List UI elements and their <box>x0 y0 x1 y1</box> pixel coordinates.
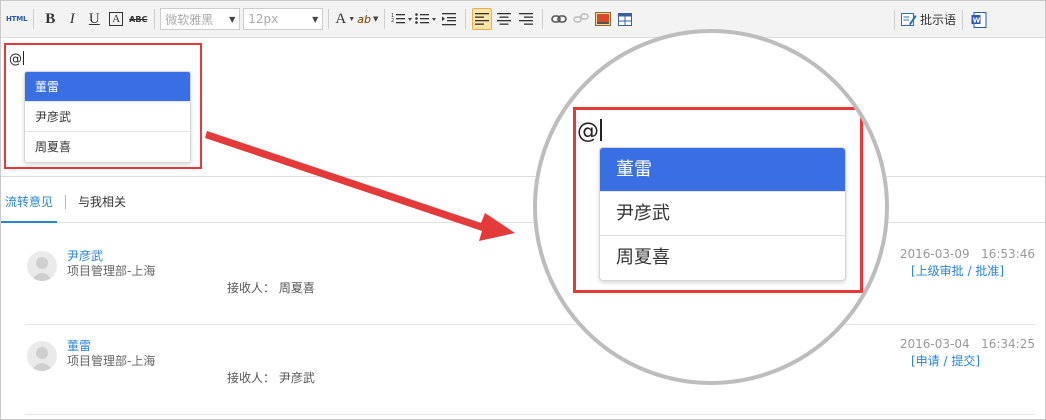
strikethrough-button[interactable]: ABC <box>128 8 148 30</box>
toolbar-divider <box>328 9 330 29</box>
app-frame: HTML B I U A ABC 微软雅黑 ▼ 12px ▼ A ▼ ab ▼ 12 <box>0 0 1046 420</box>
indent-icon <box>442 13 457 26</box>
chevron-down-icon: ▼ <box>373 15 379 23</box>
toolbar-divider <box>962 9 964 30</box>
toolbar-right-group: 批示语 W <box>889 1 990 38</box>
toolbar-divider <box>894 9 895 30</box>
ordered-list-button[interactable]: 12 <box>391 8 413 30</box>
mention-symbol: @ <box>577 119 599 144</box>
table-button[interactable] <box>615 8 635 30</box>
mention-dropdown-zoomed: 董雷 尹彦武 周夏喜 <box>599 147 846 281</box>
align-right-icon <box>519 13 534 25</box>
toolbar-divider <box>542 9 544 29</box>
unordered-list-button[interactable] <box>415 8 437 30</box>
tab-divider <box>65 195 67 209</box>
record-department: 项目管理部-上海 <box>67 264 156 278</box>
toolbar-divider <box>465 9 467 29</box>
image-icon <box>595 12 612 26</box>
chevron-down-icon: ▼ <box>348 15 356 23</box>
mention-input-text-zoomed: @ <box>577 119 602 144</box>
align-center-icon <box>497 13 512 25</box>
align-center-button[interactable] <box>494 8 514 30</box>
word-export-button[interactable]: W <box>969 9 989 31</box>
record-timestamp: 2016-03-09 16:53:46 <box>900 247 1035 261</box>
edit-note-icon <box>901 13 917 26</box>
tab-flow-opinions[interactable]: 流转意见 <box>1 185 58 223</box>
font-color-label: A <box>335 10 347 27</box>
mention-option[interactable]: 周夏喜 <box>25 132 190 162</box>
tab-related-to-me[interactable]: 与我相关 <box>74 185 130 223</box>
ordered-list-icon: 12 <box>391 13 413 24</box>
mention-option[interactable]: 董雷 <box>600 148 845 192</box>
user-silhouette-icon <box>31 257 53 281</box>
unlink-button[interactable] <box>571 8 591 30</box>
mention-dropdown: 董雷 尹彦武 周夏喜 <box>24 71 191 163</box>
align-right-button[interactable] <box>516 8 536 30</box>
font-family-value: 微软雅黑 <box>165 12 214 27</box>
mention-option[interactable]: 周夏喜 <box>600 236 845 280</box>
editor-area[interactable]: @ 董雷 尹彦武 周夏喜 <box>1 39 1045 177</box>
svg-text:2: 2 <box>391 18 394 24</box>
link-icon <box>551 15 568 23</box>
comment-button[interactable]: 批示语 <box>901 9 956 31</box>
opinion-tabs: 流转意见 与我相关 <box>1 185 1045 223</box>
underline-button[interactable]: U <box>84 8 104 30</box>
unlink-icon <box>573 13 590 23</box>
record-department: 项目管理部-上海 <box>67 354 156 368</box>
highlight-button[interactable]: ab ▼ <box>357 8 378 30</box>
table-icon <box>618 12 633 26</box>
align-left-icon <box>475 13 490 25</box>
record-time: 16:53:46 <box>981 247 1035 261</box>
zoom-magnifier: @ 董雷 尹彦武 周夏喜 <box>533 29 889 385</box>
avatar <box>27 341 57 371</box>
highlight-label: ab <box>357 12 371 26</box>
toolbar-divider <box>33 9 35 29</box>
svg-text:W: W <box>973 16 981 24</box>
link-button[interactable] <box>549 8 569 30</box>
record-action[interactable]: [上级审批 / 批准] <box>911 262 1004 279</box>
indent-button[interactable] <box>439 8 459 30</box>
word-document-icon: W <box>971 11 987 28</box>
unordered-list-icon <box>415 13 437 24</box>
font-border-label: A <box>109 12 124 26</box>
user-silhouette-icon <box>31 347 53 371</box>
italic-button[interactable]: I <box>62 8 82 30</box>
opinion-record: 董雷 项目管理部-上海 接收人： 尹彦武 2016-03-04 16:34:25… <box>25 325 1035 415</box>
font-size-value: 12px <box>248 12 279 26</box>
toolbar-divider <box>384 9 386 29</box>
comment-label: 批示语 <box>920 13 957 27</box>
mention-option[interactable]: 尹彦武 <box>600 192 845 236</box>
record-receiver: 接收人： 尹彦武 <box>227 369 315 386</box>
font-size-select[interactable]: 12px ▼ <box>243 8 324 30</box>
toolbar-divider <box>154 9 156 29</box>
record-date: 2016-03-09 <box>899 247 970 261</box>
receiver-name: 周夏喜 <box>278 281 315 295</box>
bold-button[interactable]: B <box>40 8 60 30</box>
avatar <box>27 251 57 281</box>
chevron-down-icon: ▼ <box>229 14 236 24</box>
record-action[interactable]: [申请 / 提交] <box>911 352 980 369</box>
receiver-name: 尹彦武 <box>278 371 315 385</box>
receiver-label: 接收人： <box>227 371 276 385</box>
record-time: 16:34:25 <box>981 337 1035 351</box>
text-caret <box>600 119 602 141</box>
chevron-down-icon: ▼ <box>312 14 319 24</box>
record-timestamp: 2016-03-04 16:34:25 <box>900 337 1035 351</box>
html-source-button[interactable]: HTML <box>6 8 27 30</box>
font-family-select[interactable]: 微软雅黑 ▼ <box>160 8 241 30</box>
font-color-button[interactable]: A ▼ <box>335 8 355 30</box>
font-border-button[interactable]: A <box>106 8 126 30</box>
record-receiver: 接收人： 周夏喜 <box>227 279 315 296</box>
receiver-label: 接收人： <box>227 281 276 295</box>
record-date: 2016-03-04 <box>899 337 970 351</box>
mention-option[interactable]: 尹彦武 <box>25 102 190 132</box>
image-button[interactable] <box>593 8 613 30</box>
mention-option[interactable]: 董雷 <box>25 72 190 102</box>
align-left-button[interactable] <box>472 8 493 30</box>
